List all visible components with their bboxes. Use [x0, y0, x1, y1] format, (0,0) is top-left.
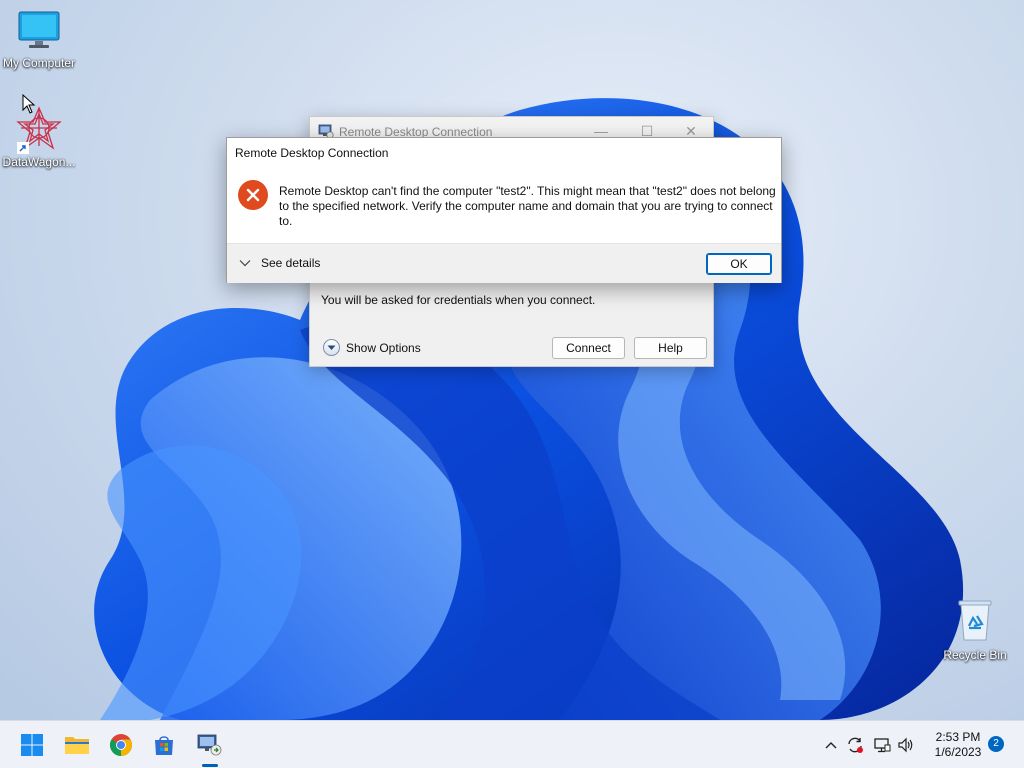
see-details-toggle[interactable]: See details — [239, 256, 320, 270]
desktop-icon-label: My Computer — [2, 56, 76, 70]
clock-date: 1/6/2023 — [934, 745, 982, 759]
shortcut-arrow-icon — [17, 142, 29, 154]
chevron-down-icon — [323, 339, 340, 356]
chevron-up-icon[interactable] — [821, 735, 841, 755]
error-dialog: Remote Desktop Connection Remote Desktop… — [226, 137, 782, 283]
sync-icon[interactable] — [845, 735, 865, 755]
desktop-icon-datawagon[interactable]: DataWagon... — [0, 106, 78, 169]
error-x-icon — [237, 179, 269, 214]
microsoft-store-icon[interactable] — [148, 729, 180, 761]
active-app-indicator — [202, 764, 218, 767]
credentials-note: You will be asked for credentials when y… — [321, 293, 596, 307]
ok-button[interactable]: OK — [706, 253, 772, 275]
desktop-icon-recycle-bin[interactable]: Recycle Bin — [936, 598, 1014, 662]
show-options-label: Show Options — [346, 340, 421, 355]
error-dialog-footer: See details OK — [227, 243, 781, 283]
clock[interactable]: 2:53 PM 1/6/2023 — [928, 730, 988, 760]
notification-badge[interactable]: 2 — [988, 736, 1004, 752]
chevron-down-icon — [239, 256, 251, 270]
network-icon[interactable] — [872, 735, 892, 755]
volume-icon[interactable] — [896, 735, 916, 755]
chrome-icon[interactable] — [105, 729, 137, 761]
windows-start-icon[interactable] — [16, 729, 48, 761]
error-message: Remote Desktop can't find the computer "… — [279, 184, 776, 228]
file-explorer-icon[interactable] — [61, 729, 93, 761]
error-dialog-title: Remote Desktop Connection — [235, 146, 389, 160]
monitor-icon — [0, 10, 78, 53]
desktop-icon-my-computer[interactable]: My Computer — [0, 10, 78, 70]
clock-time: 2:53 PM — [935, 730, 981, 744]
help-button[interactable]: Help — [634, 337, 707, 359]
recycle-bin-icon — [936, 598, 1014, 645]
desktop-icon-label: DataWagon... — [2, 155, 76, 169]
taskbar: 2:53 PM 1/6/2023 — [0, 720, 1024, 768]
remote-desktop-icon[interactable] — [194, 729, 226, 761]
desktop-icon-label: Recycle Bin — [943, 648, 1007, 662]
mouse-cursor-icon — [22, 94, 36, 114]
show-options-toggle[interactable]: Show Options — [323, 339, 421, 356]
connect-button[interactable]: Connect — [552, 337, 625, 359]
see-details-label: See details — [261, 256, 321, 270]
